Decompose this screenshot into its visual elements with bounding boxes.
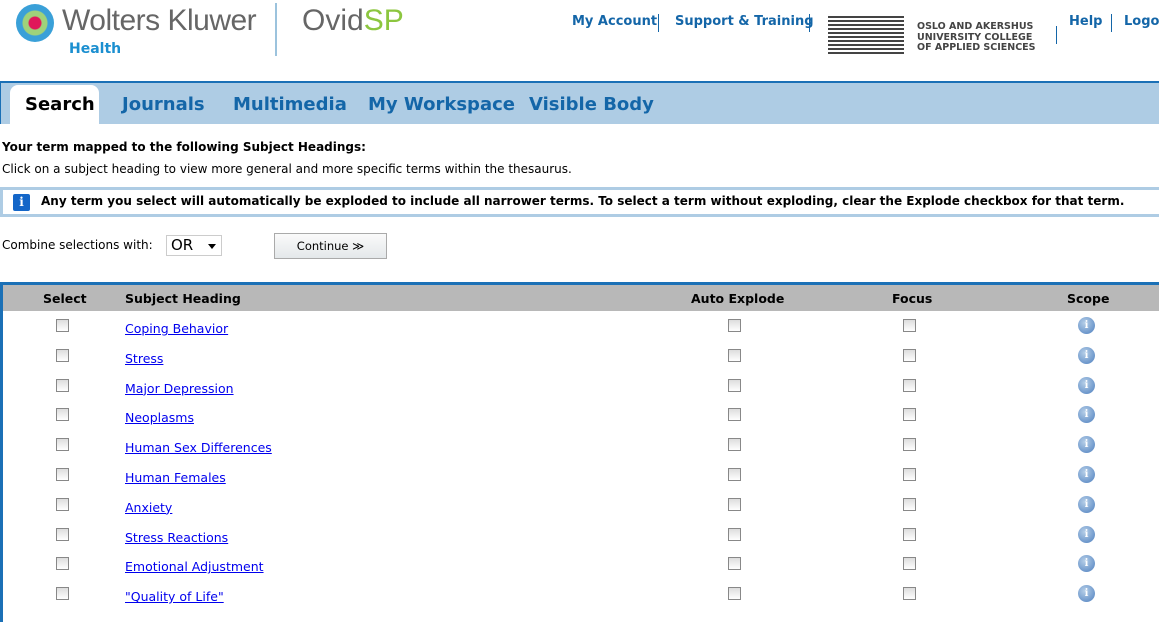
select-checkbox[interactable] — [56, 468, 69, 481]
institution-name: OSLO AND AKERSHUS UNIVERSITY COLLEGE OF AP… — [917, 21, 1036, 53]
auto-explode-checkbox[interactable] — [728, 468, 741, 481]
scope-info-icon[interactable]: i — [1078, 525, 1095, 543]
header: Wolters Kluwer Health OvidSP My Account … — [0, 0, 1159, 80]
scope-info-icon[interactable]: i — [1078, 585, 1095, 603]
scope-info-icon[interactable]: i — [1078, 555, 1095, 573]
select-checkbox[interactable] — [56, 557, 69, 571]
select-checkbox[interactable] — [56, 587, 69, 601]
table-row: "Quality of Life" i — [3, 581, 1159, 611]
col-focus: Focus — [892, 291, 933, 306]
focus-checkbox[interactable] — [903, 319, 916, 332]
scope-info-icon[interactable]: i — [1078, 466, 1095, 483]
scope-info-icon[interactable]: i — [1078, 376, 1095, 394]
wolters-kluwer-logo-icon — [16, 4, 54, 42]
auto-explode-checkbox[interactable] — [728, 438, 741, 452]
tab-my-workspace[interactable]: My Workspace — [368, 94, 515, 115]
brand-sub: Health — [69, 41, 122, 57]
auto-explode-checkbox[interactable] — [728, 348, 741, 362]
help-link[interactable]: Help — [1069, 14, 1102, 29]
focus-checkbox[interactable] — [903, 468, 916, 481]
table-row: Neoplasms i — [3, 402, 1159, 432]
chevron-down-icon — [208, 244, 216, 253]
focus-checkbox[interactable] — [903, 527, 916, 541]
select-checkbox[interactable] — [56, 438, 69, 452]
select-checkbox[interactable] — [56, 378, 69, 392]
tab-visible-body[interactable]: Visible Body — [529, 94, 654, 115]
table-row: Anxiety i — [3, 492, 1159, 522]
brand-name: Wolters Kluwer — [62, 4, 257, 37]
focus-checkbox[interactable] — [903, 587, 916, 601]
scope-info-icon[interactable]: i — [1078, 436, 1095, 454]
focus-checkbox[interactable] — [903, 497, 916, 511]
auto-explode-checkbox[interactable] — [728, 557, 741, 571]
col-auto-explode: Auto Explode — [691, 291, 785, 306]
auto-explode-checkbox[interactable] — [728, 319, 741, 332]
table-row: Emotional Adjustment i — [3, 551, 1159, 581]
institution-logo-icon — [828, 16, 904, 54]
focus-checkbox[interactable] — [903, 408, 916, 422]
col-select: Select — [43, 291, 87, 306]
scope-info-icon[interactable]: i — [1078, 317, 1095, 334]
auto-explode-checkbox[interactable] — [728, 378, 741, 392]
select-checkbox[interactable] — [56, 527, 69, 541]
scope-info-icon[interactable]: i — [1078, 495, 1095, 513]
main-tabs: Search Journals Multimedia My Workspace … — [0, 81, 1159, 126]
select-checkbox[interactable] — [56, 497, 69, 511]
combine-select[interactable]: OR — [166, 235, 222, 256]
focus-checkbox[interactable] — [903, 348, 916, 362]
combine-label: Combine selections with: — [2, 238, 153, 252]
col-subject-heading: Subject Heading — [125, 291, 241, 306]
auto-explode-checkbox[interactable] — [728, 497, 741, 511]
subject-heading-link[interactable]: Coping Behavior — [125, 321, 228, 336]
subject-heading-link[interactable]: Human Females — [125, 470, 226, 485]
table-header: Select Subject Heading Auto Explode Focu… — [3, 285, 1159, 311]
col-scope: Scope — [1067, 291, 1110, 306]
divider — [275, 3, 277, 56]
product-logo: OvidSP — [302, 4, 404, 37]
subject-heading-link[interactable]: "Quality of Life" — [125, 589, 224, 604]
select-checkbox[interactable] — [56, 348, 69, 362]
subject-heading-link[interactable]: Human Sex Differences — [125, 440, 272, 455]
auto-explode-checkbox[interactable] — [728, 587, 741, 601]
table-row: Coping Behavior i — [3, 313, 1159, 343]
divider — [1056, 26, 1057, 44]
tab-multimedia[interactable]: Multimedia — [233, 94, 347, 115]
auto-explode-checkbox[interactable] — [728, 408, 741, 422]
subject-heading-link[interactable]: Anxiety — [125, 500, 172, 515]
subject-heading-link[interactable]: Major Depression — [125, 381, 234, 396]
table-row: Stress i — [3, 343, 1159, 373]
table-row: Stress Reactions i — [3, 522, 1159, 552]
select-checkbox[interactable] — [56, 408, 69, 422]
auto-explode-checkbox[interactable] — [728, 527, 741, 541]
scope-info-icon[interactable]: i — [1078, 346, 1095, 364]
tab-search[interactable]: Search — [10, 85, 99, 126]
continue-button[interactable]: Continue ≫ — [274, 233, 387, 259]
mapping-heading: Your term mapped to the following Subjec… — [2, 140, 366, 154]
my-account-link[interactable]: My Account — [572, 14, 657, 29]
scope-info-icon[interactable]: i — [1078, 406, 1095, 424]
focus-checkbox[interactable] — [903, 378, 916, 392]
table-row: Human Females i — [3, 462, 1159, 492]
mapping-instructions: Click on a subject heading to view more … — [2, 162, 572, 176]
focus-checkbox[interactable] — [903, 557, 916, 571]
select-checkbox[interactable] — [56, 319, 69, 332]
subject-heading-link[interactable]: Emotional Adjustment — [125, 559, 264, 574]
table-row: Major Depression i — [3, 373, 1159, 403]
explode-info-banner: i Any term you select will automatically… — [0, 187, 1159, 217]
info-text: Any term you select will automatically b… — [41, 194, 1125, 208]
table-row: Human Sex Differences i — [3, 432, 1159, 462]
support-training-link[interactable]: Support & Training — [675, 14, 814, 29]
divider — [1111, 14, 1112, 32]
tab-journals[interactable]: Journals — [122, 94, 205, 115]
divider — [809, 14, 810, 32]
subject-heading-link[interactable]: Neoplasms — [125, 410, 194, 425]
info-icon: i — [13, 194, 30, 211]
focus-checkbox[interactable] — [903, 438, 916, 452]
divider — [658, 14, 659, 32]
subject-heading-link[interactable]: Stress Reactions — [125, 530, 228, 545]
logoff-link[interactable]: Logoff — [1124, 14, 1159, 29]
subject-heading-link[interactable]: Stress — [125, 351, 163, 366]
subject-headings-table: Select Subject Heading Auto Explode Focu… — [0, 282, 1159, 622]
